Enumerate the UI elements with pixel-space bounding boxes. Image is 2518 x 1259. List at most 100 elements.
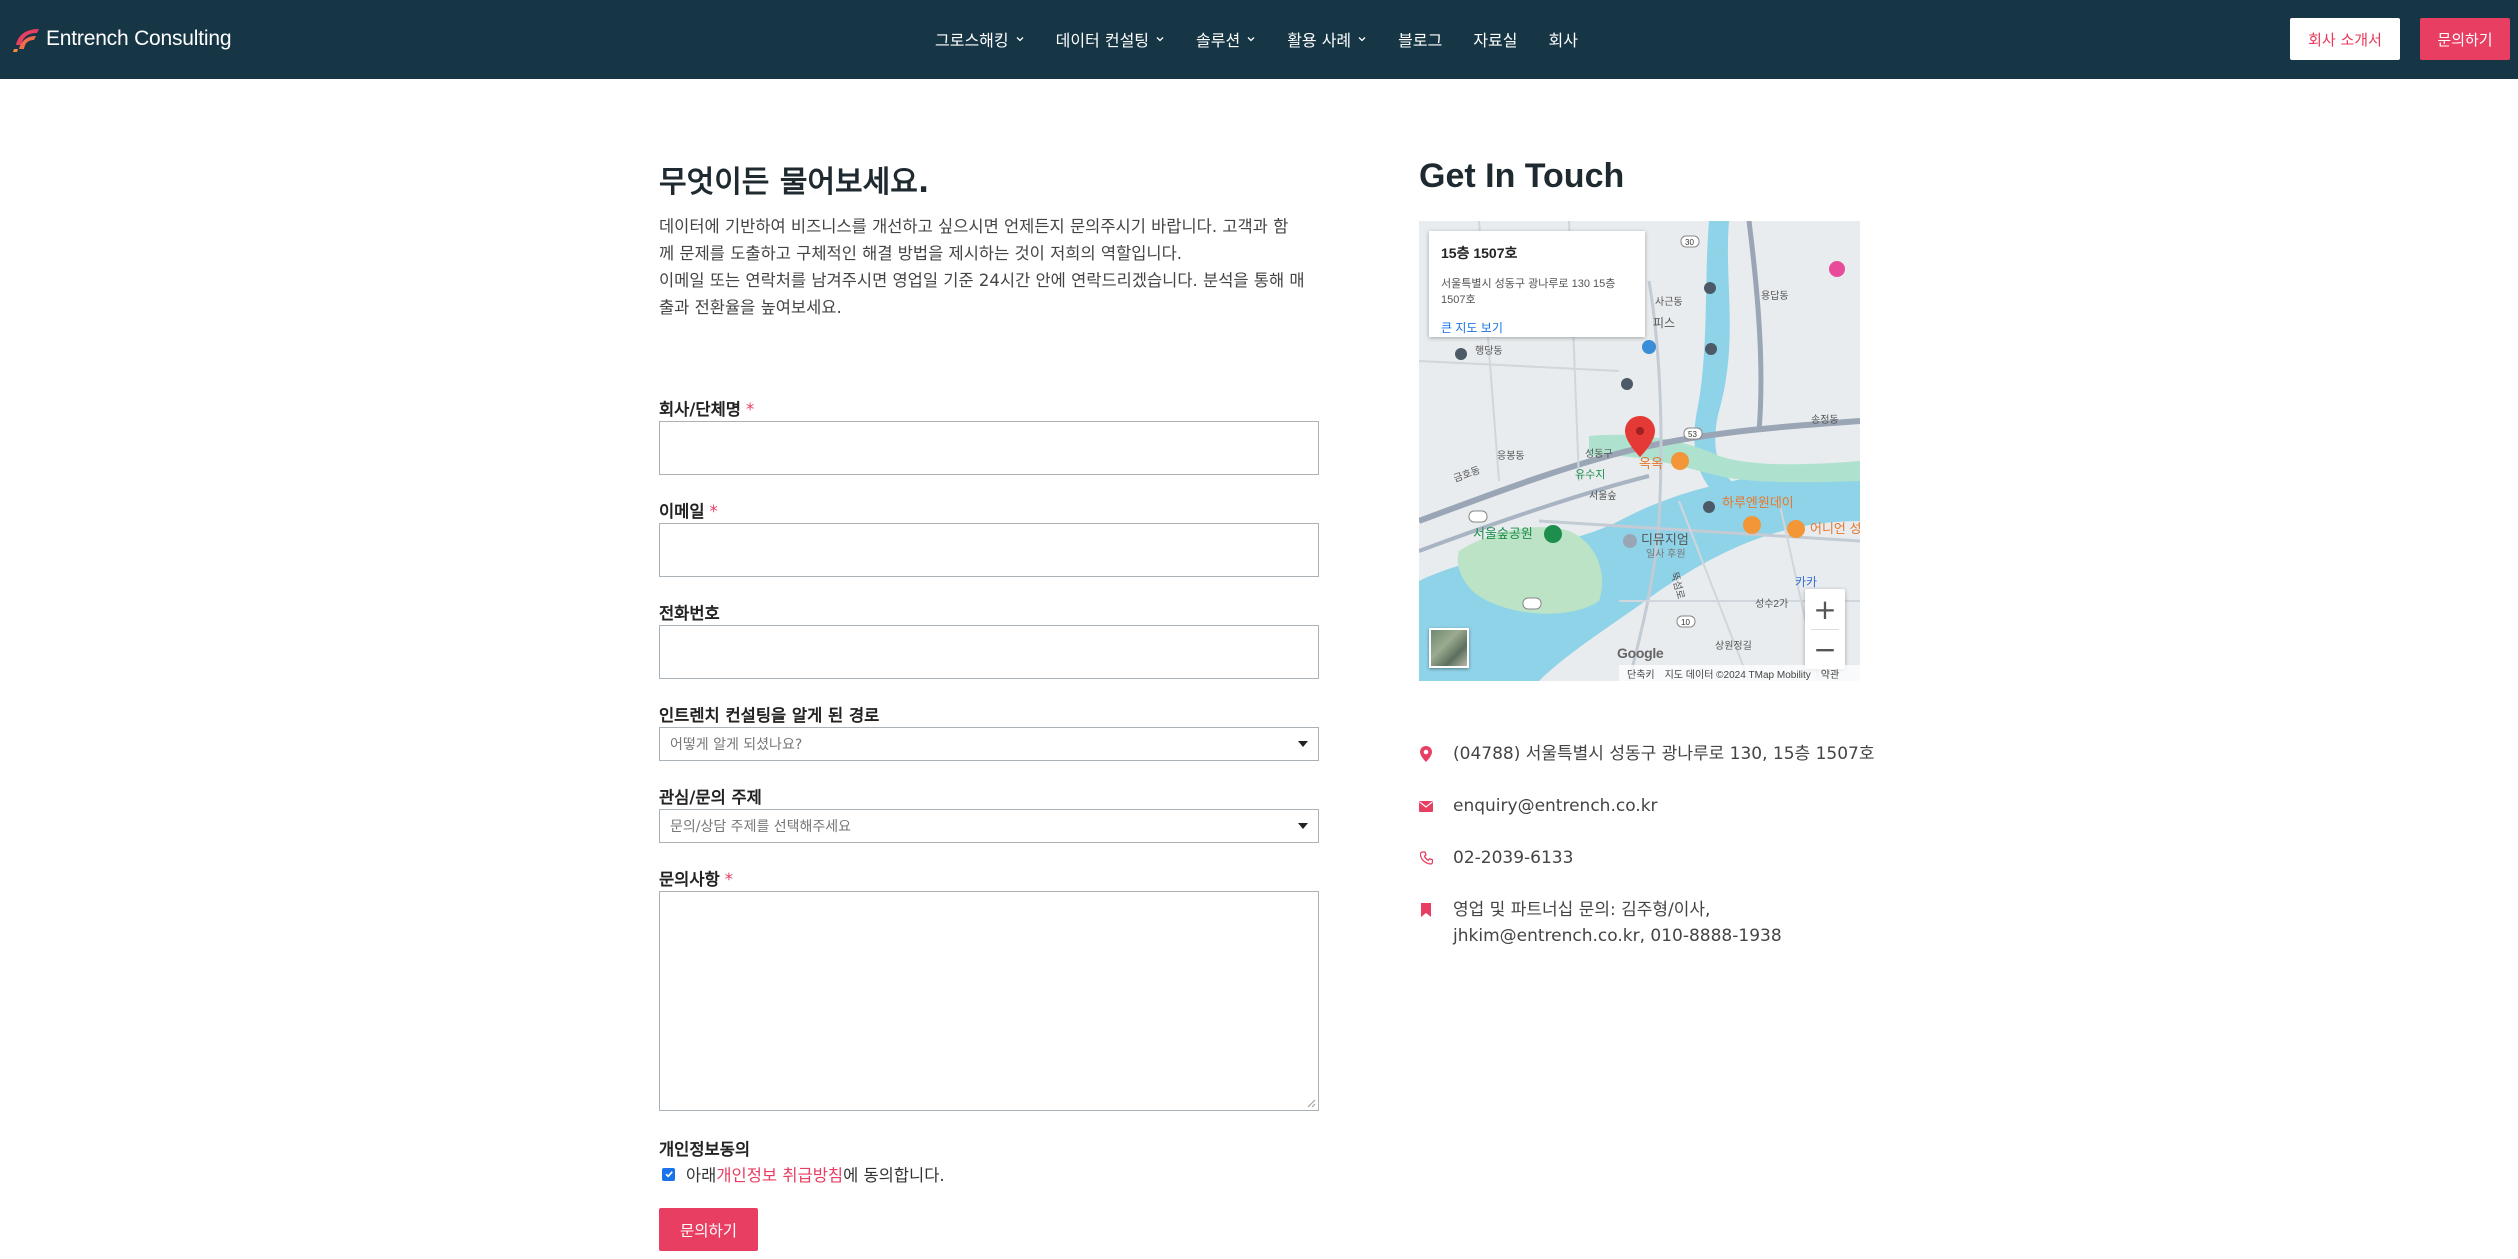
submit-button[interactable]: 문의하기 xyxy=(659,1208,758,1251)
view-larger-map-link[interactable]: 큰 지도 보기 xyxy=(1441,319,1503,336)
nav-item-company[interactable]: 회사 xyxy=(1549,27,1578,51)
satellite-toggle[interactable] xyxy=(1429,628,1469,668)
map-label-onion: 어니언 성수 xyxy=(1810,521,1860,536)
contact-partnership: 영업 및 파트너십 문의: 김주형/이사, jhkim@entrench.co.… xyxy=(1419,897,1782,949)
phone-number[interactable]: 02-2039-6133 xyxy=(1453,845,1573,871)
nav-item-use-cases[interactable]: 활용 사례 xyxy=(1287,27,1367,51)
chevron-down-icon xyxy=(1156,37,1164,42)
nav-item-label: 활용 사례 xyxy=(1287,31,1352,50)
map-label-songjeong: 송정동 xyxy=(1811,414,1839,426)
consent-row: 아래 개인정보 취급방침 에 동의합니다. xyxy=(662,1162,945,1186)
company-intro-button[interactable]: 회사 소개서 xyxy=(2290,18,2400,60)
partnership-text: 영업 및 파트너십 문의: 김주형/이사, jhkim@entrench.co.… xyxy=(1453,897,1782,949)
consent-suffix: 에 동의합니다. xyxy=(843,1166,945,1185)
map-footer: 단축키 지도 데이터 ©2024 TMap Mobility 약관 xyxy=(1619,665,1860,681)
topic-select-value: 문의/상담 주제를 선택해주세요 xyxy=(670,819,852,835)
map-data-attribution: 지도 데이터 ©2024 TMap Mobility xyxy=(1664,669,1811,681)
phone-label: 전화번호 xyxy=(659,604,720,623)
map-marker-icon xyxy=(1419,745,1433,763)
map-label-ilsa: 일사 후원 xyxy=(1646,548,1686,560)
caret-down-icon xyxy=(1298,741,1308,747)
map-label-kaka: 카카 xyxy=(1795,575,1817,589)
zoom-controls: + − xyxy=(1805,589,1845,669)
privacy-policy-link[interactable]: 개인정보 취급방침 xyxy=(716,1162,843,1186)
contact-address: (04788) 서울특별시 성동구 광나루로 130, 15층 1507호 xyxy=(1419,741,1874,767)
nav-item-label: 자료실 xyxy=(1473,31,1518,50)
consent-title: 개인정보동의 xyxy=(659,1140,751,1159)
map-label-seongdong: 성동구 xyxy=(1585,448,1613,460)
map-label-yusu: 유수지 xyxy=(1575,468,1605,481)
resize-handle-icon[interactable] xyxy=(1307,1099,1316,1108)
phone-input[interactable] xyxy=(659,625,1319,679)
address-text: (04788) 서울특별시 성동구 광나루로 130, 15층 1507호 xyxy=(1453,744,1875,764)
nav-item-label: 그로스해킹 xyxy=(935,31,1009,50)
map-embed[interactable]: 옥옥 하루엔원데이 어니언 성수 서울숲공원 디뮤지엄 일사 후원 응봉동 성동… xyxy=(1419,221,1860,681)
google-logo: Google xyxy=(1617,645,1664,661)
nav-item-resources[interactable]: 자료실 xyxy=(1473,27,1517,51)
source-select[interactable]: 어떻게 알게 되셨나요? xyxy=(659,727,1319,761)
message-textarea[interactable] xyxy=(659,891,1319,1111)
map-label-sageun: 사근동 xyxy=(1655,296,1683,308)
required-mark: * xyxy=(724,870,733,889)
caret-down-icon xyxy=(1298,823,1308,829)
topic-label: 관심/문의 주제 xyxy=(659,788,762,807)
contact-phone: 02-2039-6133 xyxy=(1419,845,1573,871)
map-label-yongdap: 용답동 xyxy=(1761,290,1789,302)
map-label-sangwon: 상원정길 xyxy=(1715,639,1752,652)
map-label-okok: 옥옥 xyxy=(1639,456,1663,471)
map-info-card: 15층 1507호 서울특별시 성동구 광나루로 130 15층 1507호 큰… xyxy=(1429,231,1645,337)
nav-item-solutions[interactable]: 솔루션 xyxy=(1196,27,1256,51)
nav-item-label: 데이터 컨설팅 xyxy=(1055,31,1150,50)
map-label-pi: 피스 xyxy=(1653,316,1675,330)
map-label-haengdang: 행당동 xyxy=(1475,345,1503,357)
map-label-seongsu2: 성수2가 xyxy=(1755,598,1788,610)
email-label: 이메일 * xyxy=(659,502,718,521)
email-link[interactable]: enquiry@entrench.co.kr xyxy=(1453,793,1658,819)
main-nav: 그로스해킹 데이터 컨설팅 솔루션 활용 사례 블로그 자료실 회사 xyxy=(935,26,1609,52)
map-label-seoulsup: 서울숲 xyxy=(1589,490,1617,502)
terms-link[interactable]: 약관 xyxy=(1821,666,1839,681)
partnership-line-2: jhkim@entrench.co.kr, 010-8888-1938 xyxy=(1453,926,1782,946)
form-title: 무엇이든 물어보세요. xyxy=(659,165,930,200)
phone-icon xyxy=(1419,849,1433,867)
zoom-in-button[interactable]: + xyxy=(1805,589,1845,629)
site-header: Entrench Consulting 그로스해킹 데이터 컨설팅 솔루션 활용… xyxy=(0,0,2518,79)
chevron-down-icon xyxy=(1247,37,1255,42)
envelope-icon xyxy=(1419,797,1433,815)
email-input[interactable] xyxy=(659,523,1319,577)
logo[interactable]: Entrench Consulting xyxy=(12,22,232,56)
nav-item-blog[interactable]: 블로그 xyxy=(1398,27,1442,51)
map-card-address: 서울특별시 성동구 광나루로 130 15층 1507호 xyxy=(1441,278,1616,306)
map-card-title: 15층 1507호 xyxy=(1441,245,1518,261)
zoom-out-button[interactable]: − xyxy=(1805,629,1845,669)
nav-item-label: 회사 xyxy=(1548,31,1578,50)
bookmark-icon xyxy=(1419,901,1433,919)
nav-item-label: 블로그 xyxy=(1398,31,1443,50)
company-input[interactable] xyxy=(659,421,1319,475)
topic-select[interactable]: 문의/상담 주제를 선택해주세요 xyxy=(659,809,1319,843)
company-label: 회사/단체명 * xyxy=(659,400,755,419)
intro-line: 데이터에 기반하여 비즈니스를 개선하고 싶으시면 언제든지 문의주시기 바랍니… xyxy=(659,217,1289,236)
nav-item-growth-hacking[interactable]: 그로스해킹 xyxy=(935,27,1025,51)
form-intro: 데이터에 기반하여 비즈니스를 개선하고 싶으시면 언제든지 문의주시기 바랍니… xyxy=(659,213,1319,321)
consent-prefix: 아래 xyxy=(686,1166,717,1185)
required-mark: * xyxy=(745,400,755,419)
keyboard-shortcuts-link[interactable]: 단축키 xyxy=(1627,666,1655,681)
source-select-value: 어떻게 알게 되셨나요? xyxy=(670,737,803,753)
brand-name: Entrench Consulting xyxy=(46,27,232,50)
map-label-road53: 53 xyxy=(1688,430,1697,439)
map-label-road30: 30 xyxy=(1685,238,1694,247)
source-label: 인트렌치 컨설팅을 알게 된 경로 xyxy=(659,706,880,725)
nav-item-label: 솔루션 xyxy=(1196,31,1241,50)
partnership-line-1: 영업 및 파트너십 문의: 김주형/이사, xyxy=(1453,900,1711,920)
contact-email: enquiry@entrench.co.kr xyxy=(1419,793,1658,819)
entrench-logo-icon xyxy=(13,29,39,52)
intro-line: 께 문제를 도출하고 구체적인 해결 방법을 제시하는 것이 저희의 역할입니다… xyxy=(659,244,1183,263)
consent-checkbox[interactable] xyxy=(662,1167,675,1181)
nav-item-data-consulting[interactable]: 데이터 컨설팅 xyxy=(1056,27,1165,51)
chevron-down-icon xyxy=(1358,37,1366,42)
map-label-road10: 10 xyxy=(1681,618,1690,627)
map-label-eungbong: 응봉동 xyxy=(1497,450,1525,462)
intro-line: 출과 전환율을 높여보세요. xyxy=(659,298,842,317)
header-inquiry-button[interactable]: 문의하기 xyxy=(2420,18,2510,60)
